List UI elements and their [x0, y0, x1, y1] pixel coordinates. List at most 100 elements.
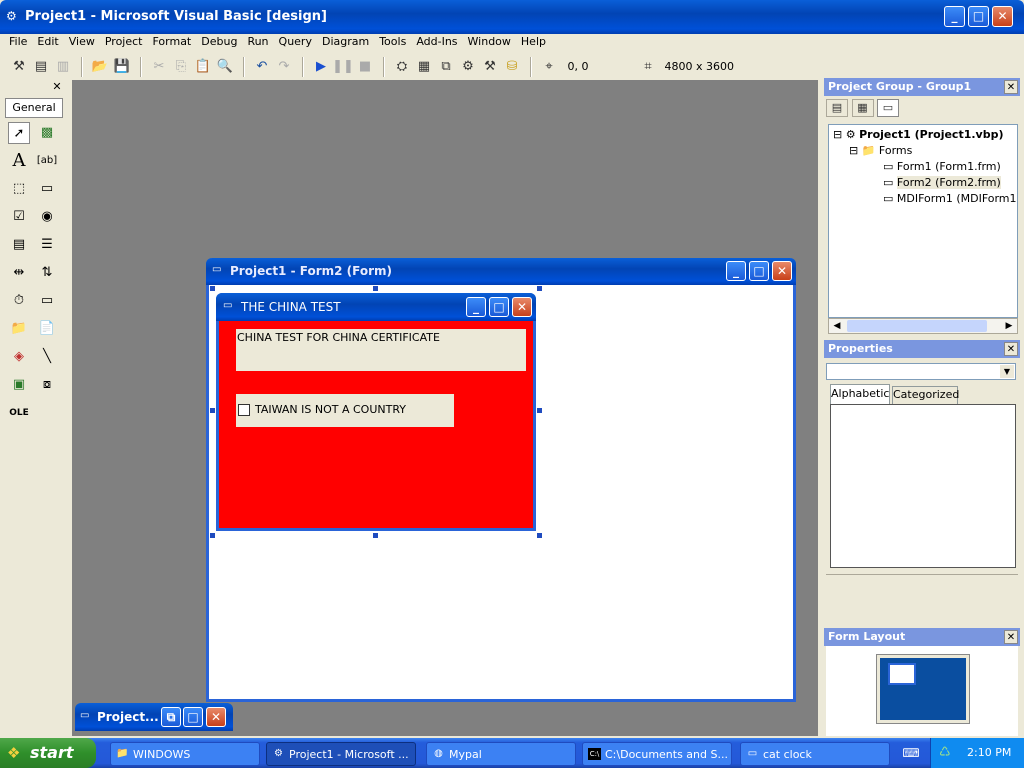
paste-icon[interactable]: 📋 [192, 56, 214, 78]
pointer-tool-icon[interactable]: ➚ [8, 122, 30, 144]
data-view-icon[interactable]: ⛁ [501, 56, 523, 78]
designer-minimize-button[interactable]: _ [726, 261, 746, 281]
find-icon[interactable]: 🔍 [214, 56, 236, 78]
taskbar-button-windows[interactable]: 📁 WINDOWS [110, 742, 260, 766]
commandbutton-tool-icon[interactable]: ▭ [36, 178, 58, 200]
project-explorer-close-icon[interactable]: ✕ [1004, 80, 1018, 94]
maximize-button[interactable]: □ [968, 6, 989, 27]
start-icon[interactable]: ▶ [310, 56, 332, 78]
menu-run[interactable]: Run [242, 32, 273, 52]
object-browser-icon[interactable]: ⚙ [457, 56, 479, 78]
close-button[interactable]: ✕ [992, 6, 1013, 27]
form-close-button[interactable]: ✕ [512, 297, 532, 317]
collapse-icon[interactable]: ⊟ [833, 128, 842, 141]
properties-window-icon[interactable]: ▦ [413, 56, 435, 78]
taskbar-button-vb[interactable]: ⚙ Project1 - Microsoft ... [266, 742, 416, 766]
selection-handle[interactable] [537, 408, 542, 413]
menu-file[interactable]: File [4, 32, 32, 52]
collapse-icon[interactable]: ⊟ [849, 144, 858, 157]
menu-edit[interactable]: Edit [32, 32, 63, 52]
scroll-left-icon[interactable]: ◀ [829, 319, 845, 333]
properties-grid[interactable] [830, 404, 1016, 568]
selection-handle[interactable] [373, 286, 378, 291]
minimized-maximize-button[interactable]: □ [183, 707, 203, 727]
redo-icon[interactable]: ↷ [273, 56, 295, 78]
minimized-project-window[interactable]: ▭ Project... ⧉ □ ✕ [75, 703, 233, 731]
menu-query[interactable]: Query [274, 32, 317, 52]
line-tool-icon[interactable]: ╲ [36, 346, 58, 368]
optionbutton-tool-icon[interactable]: ◉ [36, 206, 58, 228]
selection-handle[interactable] [537, 286, 542, 291]
selection-handle[interactable] [210, 533, 215, 538]
selection-handle[interactable] [373, 533, 378, 538]
toolbox-tab-general[interactable]: General [5, 98, 63, 118]
menu-view[interactable]: View [64, 32, 100, 52]
textbox-tool-icon[interactable]: [ab] [36, 150, 58, 172]
cut-icon[interactable]: ✂ [148, 56, 170, 78]
listbox-tool-icon[interactable]: ☰ [36, 234, 58, 256]
label-tool-icon[interactable]: A [8, 150, 30, 172]
view-object-icon[interactable]: ▦ [851, 99, 874, 117]
minimized-close-button[interactable]: ✕ [206, 707, 226, 727]
tree-forms-folder[interactable]: ⊟ 📁 Forms [833, 143, 1013, 159]
taiwan-checkbox-control[interactable]: TAIWAN IS NOT A COUNTRY [236, 394, 454, 427]
image-tool-icon[interactable]: ▣ [8, 374, 30, 396]
taskbar-button-catclock[interactable]: ▭ cat clock [740, 742, 890, 766]
drivelistbox-tool-icon[interactable]: ▭ [36, 290, 58, 312]
filelistbox-tool-icon[interactable]: 📄 [36, 318, 58, 340]
chevron-down-icon[interactable]: ▼ [1000, 365, 1014, 378]
checkbox-box[interactable] [238, 404, 250, 416]
toolbox-close-icon[interactable]: ✕ [50, 80, 64, 94]
main-title-bar[interactable]: ⚙ Project1 - Microsoft Visual Basic [des… [0, 0, 1024, 34]
menu-editor-icon[interactable]: ▥ [52, 56, 74, 78]
toggle-folders-icon[interactable]: ▭ [877, 99, 899, 117]
copy-icon[interactable]: ⎘ [170, 56, 192, 78]
menu-addins[interactable]: Add-Ins [411, 32, 462, 52]
clock[interactable]: 2:10 PM [967, 746, 1011, 759]
selection-handle[interactable] [210, 408, 215, 413]
data-tool-icon[interactable]: ⧇ [36, 374, 58, 396]
object-selector-dropdown[interactable]: ▼ [826, 363, 1016, 380]
start-button[interactable]: ❖ start [0, 738, 96, 768]
vscrollbar-tool-icon[interactable]: ⇅ [36, 262, 58, 284]
add-form-icon[interactable]: ▤ [30, 56, 52, 78]
checkbox-tool-icon[interactable]: ☑ [8, 206, 30, 228]
form-designer-title-bar[interactable]: ▭ Project1 - Form2 (Form) _ □ ✕ [206, 258, 796, 285]
designer-close-button[interactable]: ✕ [772, 261, 792, 281]
menu-help[interactable]: Help [516, 32, 551, 52]
combobox-tool-icon[interactable]: ▤ [8, 234, 30, 256]
open-project-icon[interactable]: 📂 [89, 56, 111, 78]
menu-debug[interactable]: Debug [196, 32, 242, 52]
view-code-icon[interactable]: ▤ [826, 99, 848, 117]
selection-handle[interactable] [210, 286, 215, 291]
project-tree-hscrollbar[interactable]: ◀ ▶ [828, 318, 1018, 334]
tree-mdiform1[interactable]: ▭ MDIForm1 (MDIForm1.f [833, 191, 1017, 207]
dirlistbox-tool-icon[interactable]: 📁 [8, 318, 30, 340]
picturebox-tool-icon[interactable]: ▩ [36, 122, 58, 144]
add-project-icon[interactable]: ⚒ [8, 56, 30, 78]
undo-icon[interactable]: ↶ [251, 56, 273, 78]
keyboard-icon[interactable]: ⌨ [902, 745, 920, 761]
timer-tool-icon[interactable]: ⏱ [8, 290, 30, 312]
menu-diagram[interactable]: Diagram [317, 32, 374, 52]
menu-project[interactable]: Project [100, 32, 148, 52]
taskbar-button-mypal[interactable]: ◍ Mypal [426, 742, 576, 766]
end-icon[interactable]: ■ [354, 56, 376, 78]
tree-form1[interactable]: ▭ Form1 (Form1.frm) [833, 159, 1013, 175]
taskbar-button-cmd[interactable]: C:\ C:\Documents and S... [582, 742, 732, 766]
scroll-right-icon[interactable]: ▶ [1001, 319, 1017, 333]
form-layout-close-icon[interactable]: ✕ [1004, 630, 1018, 644]
scroll-thumb[interactable] [847, 320, 987, 332]
china-test-form[interactable]: ▭ THE CHINA TEST _ □ ✕ CHINA TEST FOR CH… [216, 293, 536, 531]
toolbox-icon[interactable]: ⚒ [479, 56, 501, 78]
form-minimize-button[interactable]: _ [466, 297, 486, 317]
certificate-label[interactable]: CHINA TEST FOR CHINA CERTIFICATE [236, 329, 526, 371]
tab-alphabetic[interactable]: Alphabetic [830, 384, 890, 404]
menu-window[interactable]: Window [463, 32, 516, 52]
form-position-preview[interactable] [888, 663, 916, 685]
project-explorer-icon[interactable]: ⛭ [391, 56, 413, 78]
minimized-restore-button[interactable]: ⧉ [161, 707, 181, 727]
designer-maximize-button[interactable]: □ [749, 261, 769, 281]
menu-format[interactable]: Format [147, 32, 196, 52]
ole-tool-icon[interactable]: OLE [8, 402, 30, 424]
